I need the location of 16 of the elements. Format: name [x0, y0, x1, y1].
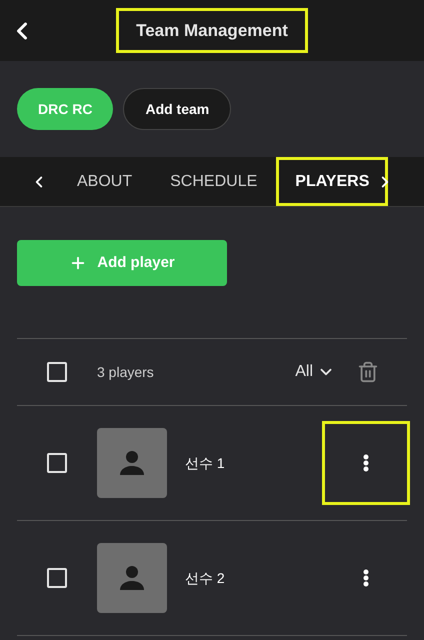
checkbox[interactable] [47, 453, 67, 473]
more-icon [363, 454, 369, 472]
window-title: Team Management [116, 8, 308, 54]
checkbox[interactable] [47, 568, 67, 588]
tab[interactable]: ABOUT [58, 157, 152, 206]
delete-icon[interactable] [357, 361, 379, 383]
tab[interactable]: SCHEDULE [151, 157, 276, 206]
checkbox[interactable] [47, 362, 67, 382]
team-chip[interactable]: Add team [123, 88, 232, 130]
more-icon [363, 569, 369, 587]
player-name: 선수 1 [185, 454, 225, 472]
more-button[interactable] [322, 421, 410, 505]
tab[interactable]: PLAYERS [276, 157, 388, 206]
player-count: 3 players [97, 362, 154, 382]
player-name: 선수 2 [185, 568, 225, 588]
filter-dropdown[interactable]: All [295, 360, 335, 384]
